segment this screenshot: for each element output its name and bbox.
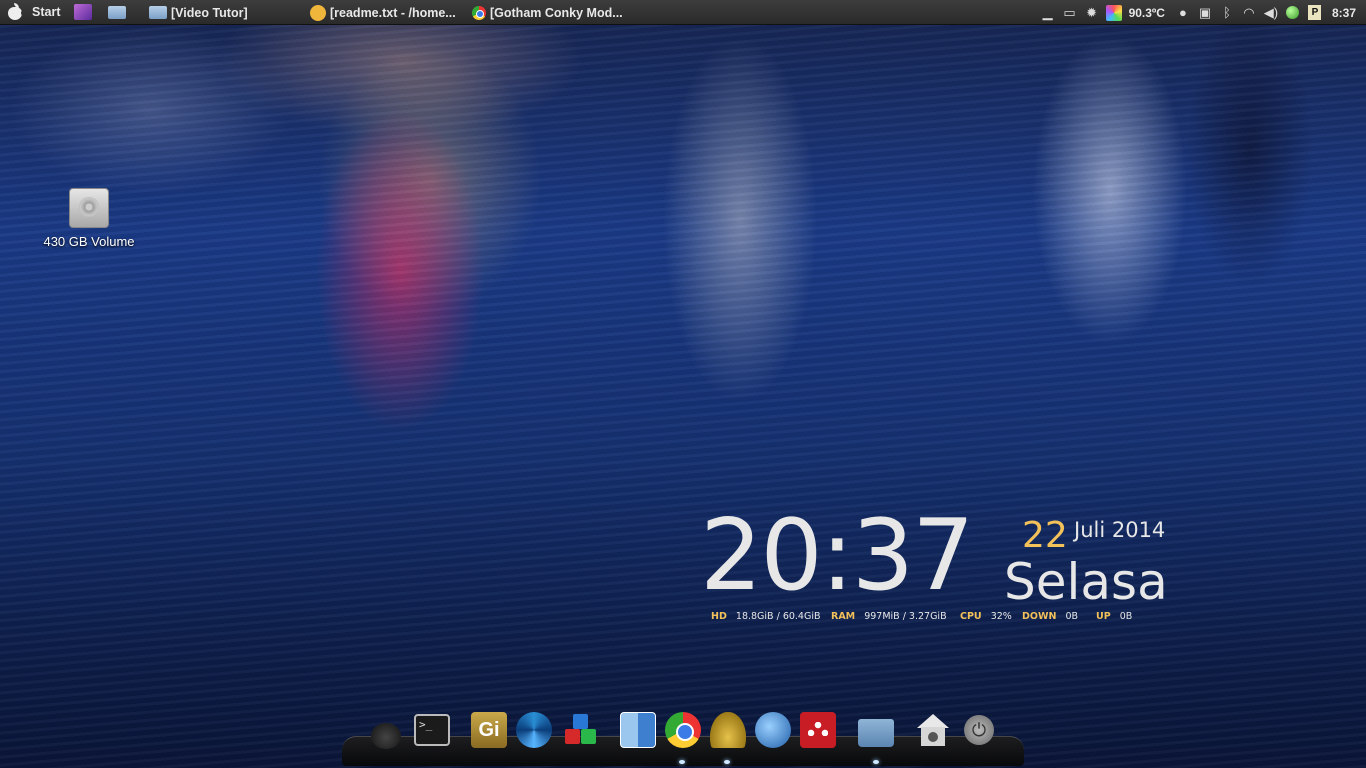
stat-label: HD (711, 611, 727, 622)
clock[interactable]: 8:37 (1326, 6, 1366, 20)
text-editor-icon (310, 4, 326, 21)
dock-item-genie[interactable] (708, 710, 748, 750)
desktop-icon-label: 430 GB Volume (43, 234, 135, 249)
clipboard-icon[interactable]: P (1304, 0, 1326, 25)
display-icon[interactable]: ▭ (1059, 0, 1081, 25)
stat-value: 32% (990, 611, 1012, 622)
spiral-icon (516, 712, 552, 748)
bluetooth-icon[interactable]: ᛒ (1216, 0, 1238, 25)
running-indicator (873, 760, 879, 764)
wallpaper-ripples (0, 25, 1366, 768)
taskbar-item-label: [Gotham Conky Mod... (490, 5, 623, 20)
user-icon[interactable]: ● (1172, 0, 1194, 25)
taskbar-item-readme[interactable]: [readme.txt - /home... (310, 0, 456, 25)
taskbar-item-video-tutor[interactable]: [Video Tutor] (149, 0, 248, 25)
taskbar-item-label: [Video Tutor] (171, 5, 248, 20)
dock-item-folder[interactable] (856, 710, 896, 750)
mendeley-icon (800, 712, 836, 748)
dock-item-home[interactable] (913, 710, 953, 750)
stat-label: DOWN (1022, 611, 1057, 622)
app-launcher-icon[interactable] (74, 4, 93, 20)
conky-weekday: Selasa (1004, 553, 1168, 611)
conky-time: 20:37 (700, 499, 974, 613)
wifi-icon[interactable]: ◠ (1238, 0, 1260, 25)
desktop-icon-volume[interactable]: 430 GB Volume (34, 186, 144, 249)
stat-label: RAM (831, 611, 856, 622)
folder-icon (149, 6, 167, 19)
folder-icon (858, 719, 894, 747)
stat-label: UP (1096, 611, 1111, 622)
top-panel: Start [Video Tutor] [readme.txt - /home.… (0, 0, 1366, 25)
system-tray: ▁ ▭ ✹ 90.3ºC ● ▣ ᛒ ◠ ◀) P 8:37 (1037, 0, 1366, 25)
folder-launcher-icon[interactable] (108, 5, 127, 19)
conky-day: 22 (1022, 515, 1068, 556)
apple-menu-icon[interactable] (6, 3, 26, 21)
finder-icon (620, 712, 656, 748)
chrome-icon (665, 712, 701, 748)
brightness-icon[interactable]: ✹ (1081, 0, 1103, 25)
conky-month-year: Juli 2014 (1074, 518, 1166, 542)
stat-ram: RAM 997MiB / 3.27GiB (831, 611, 947, 622)
genie-lamp-icon (710, 712, 746, 748)
stat-up: UP 0B (1096, 611, 1132, 622)
dark-orb-icon (371, 723, 401, 749)
gimp-icon: Gi (471, 712, 507, 748)
stat-value: 18.8GiB / 60.4GiB (735, 611, 821, 622)
conky-clock-widget: 20:37 22 Juli 2014 Selasa HD 18.8GiB / 6… (700, 506, 1190, 630)
running-indicator (679, 760, 685, 764)
dock-item-chrome[interactable] (663, 710, 703, 750)
cubes-icon (563, 712, 599, 748)
dock-item-thunderbird[interactable] (753, 710, 793, 750)
temperature-indicator[interactable]: 90.3ºC (1125, 6, 1172, 20)
dropbox-icon[interactable]: ▣ (1194, 0, 1216, 25)
stat-value: 0B (1119, 611, 1133, 622)
stat-value: 997MiB / 3.27GiB (864, 611, 947, 622)
dock-item-gimp[interactable]: Gi (469, 710, 509, 750)
home-icon (915, 712, 951, 748)
dock-item-power[interactable] (959, 710, 999, 750)
dock-item-finder[interactable] (618, 710, 658, 750)
dock-item-orb[interactable] (366, 710, 406, 750)
dock-item-cubes[interactable] (561, 710, 601, 750)
stat-label: CPU (960, 611, 982, 622)
taskbar-item-gotham-conky[interactable]: [Gotham Conky Mod... (472, 0, 623, 25)
dock-item-spiral[interactable] (514, 710, 554, 750)
stat-cpu: CPU 32% (960, 611, 1012, 622)
chrome-icon (472, 5, 486, 20)
hard-drive-icon (69, 186, 109, 230)
taskbar-item-label: [readme.txt - /home... (330, 5, 456, 20)
running-indicator (724, 760, 730, 764)
thunderbird-icon (755, 712, 791, 748)
power-icon (964, 715, 994, 745)
dock-item-mendeley[interactable] (798, 710, 838, 750)
stat-value: 0B (1065, 611, 1079, 622)
stat-hd: HD 18.8GiB / 60.4GiB (711, 611, 821, 622)
volume-icon[interactable]: ◀) (1260, 0, 1282, 25)
color-picker-icon[interactable] (1103, 0, 1125, 25)
stat-down: DOWN 0B (1022, 611, 1078, 622)
dock-item-terminal[interactable]: >_ (412, 710, 452, 750)
minimize-all-icon[interactable]: ▁ (1037, 0, 1059, 25)
battery-ball-icon[interactable] (1282, 0, 1304, 25)
start-button[interactable]: Start (32, 5, 60, 19)
terminal-icon: >_ (414, 714, 450, 746)
